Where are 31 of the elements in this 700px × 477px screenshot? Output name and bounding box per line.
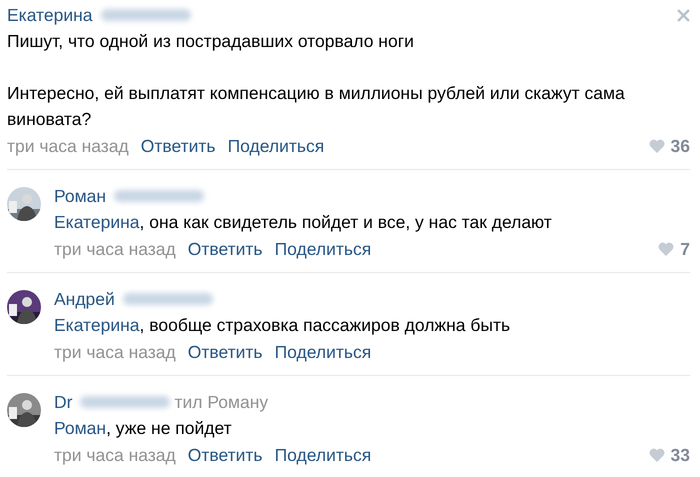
share-link[interactable]: Поделиться [274, 342, 372, 362]
mention-link[interactable]: Екатерина [54, 315, 140, 335]
like-count: 36 [670, 136, 690, 156]
author-name[interactable]: Андрей [54, 288, 115, 310]
reply-link[interactable]: Ответить [188, 444, 263, 466]
close-icon[interactable] [677, 8, 690, 22]
mention-link[interactable]: Екатерина [54, 212, 140, 232]
comment-text: Екатерина, вообще страховка пассажиров должна быть [54, 314, 512, 337]
comment-time: три часа назад [54, 238, 176, 260]
heart-icon[interactable] [648, 139, 665, 153]
comment-text: Интересно, ей выплатят компенсацию в миллионы рублей или скажут сама виновата? [7, 82, 626, 131]
like-count: 33 [670, 444, 690, 466]
author-name[interactable]: Екатерина [7, 4, 93, 26]
comment-time: три часа назад [54, 342, 176, 362]
comment-text: Пишут, что одной из пострадавших оторвало ноги [7, 30, 415, 53]
like-count: 7 [680, 238, 690, 260]
comment-time: три часа назад [54, 444, 176, 466]
heart-icon[interactable] [658, 242, 674, 256]
comment-text: Екатерина, она как свидетель пойдет и все, у нас так делают [54, 211, 553, 234]
comment-text: Роман, уже не пойдет [54, 417, 233, 440]
reply-link[interactable]: Ответить [140, 136, 216, 156]
reply-link[interactable]: Ответить [188, 342, 263, 362]
author-name[interactable]: Dr [54, 392, 72, 412]
reply-link[interactable]: Ответить [188, 238, 263, 260]
share-link[interactable]: Поделиться [274, 238, 372, 260]
mention-link[interactable]: Роман [54, 418, 106, 438]
heart-icon[interactable] [648, 448, 665, 462]
comment-time: три часа назад [7, 136, 129, 156]
share-link[interactable]: Поделиться [228, 136, 324, 156]
author-name[interactable]: Роман [54, 186, 106, 206]
share-link[interactable]: Поделиться [274, 444, 372, 466]
